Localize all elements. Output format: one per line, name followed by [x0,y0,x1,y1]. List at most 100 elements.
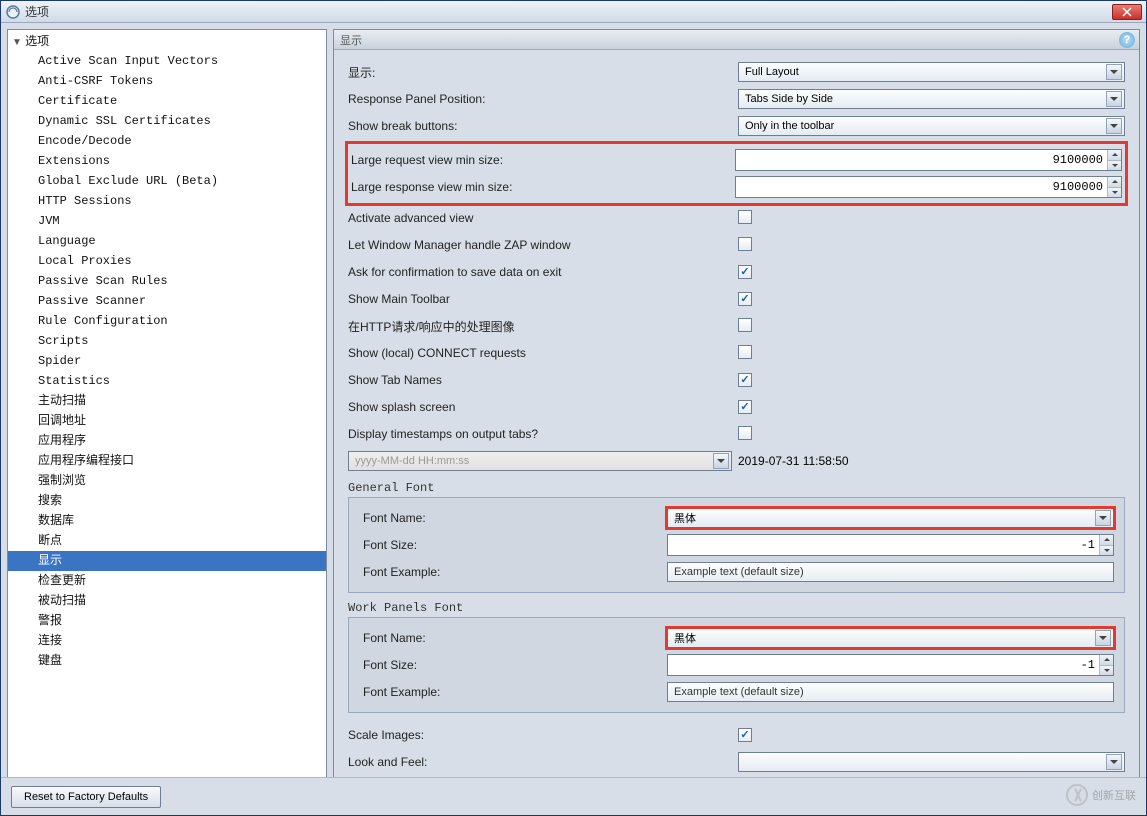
label-large-request: Large request view min size: [351,153,735,167]
check-show-toolbar[interactable] [738,292,752,306]
check-let-wm[interactable] [738,237,752,251]
label-show-connect: Show (local) CONNECT requests [348,346,738,360]
label-wf-font-size: Font Size: [359,658,667,672]
tree-item[interactable]: HTTP Sessions [8,191,326,211]
check-show-connect[interactable] [738,345,752,359]
tree-item[interactable]: 强制浏览 [8,471,326,491]
tree-item[interactable]: Extensions [8,151,326,171]
label-gf-font-name: Font Name: [359,511,667,525]
tree-item[interactable]: Dynamic SSL Certificates [8,111,326,131]
group-box-general-font: Font Name: 黑体 Font Size: -1 Font Example… [348,497,1125,593]
check-show-splash[interactable] [738,400,752,414]
tree-toggle-icon[interactable]: ▼ [12,37,22,48]
check-show-tab-names[interactable] [738,373,752,387]
tree-item[interactable]: Active Scan Input Vectors [8,51,326,71]
label-show-toolbar: Show Main Toolbar [348,292,738,306]
panel-title: 显示 [340,32,362,48]
tree-item[interactable]: 被动扫描 [8,591,326,611]
label-scale-images: Scale Images: [348,728,738,742]
chevron-down-icon[interactable] [1106,118,1122,134]
tree-item[interactable]: Language [8,231,326,251]
spinner-gf-font-size[interactable]: -1 [667,534,1114,556]
tree-item[interactable]: Rule Configuration [8,311,326,331]
help-icon[interactable]: ? [1119,32,1135,48]
chevron-down-icon[interactable] [1095,510,1111,526]
tree-item[interactable]: 检查更新 [8,571,326,591]
combo-display[interactable]: Full Layout [738,62,1125,82]
chevron-down-icon[interactable] [1095,630,1111,646]
spinner-up-icon[interactable] [1100,655,1113,666]
window-title: 选项 [25,3,1112,20]
tree-item[interactable]: 回调地址 [8,411,326,431]
tree-item[interactable]: 应用程序 [8,431,326,451]
check-activate-advanced[interactable] [738,210,752,224]
combo-gf-font-name[interactable]: 黑体 [667,508,1114,528]
chevron-down-icon[interactable] [1106,754,1122,770]
combo-timestamp-format: yyyy-MM-dd HH:mm:ss [348,451,732,471]
spinner-up-icon[interactable] [1100,535,1113,546]
spinner-wf-font-size[interactable]: -1 [667,654,1114,676]
chevron-down-icon[interactable] [1106,91,1122,107]
footer-bar: Reset to Factory Defaults [1,777,1146,815]
reset-defaults-button[interactable]: Reset to Factory Defaults [11,786,161,808]
label-gf-font-size: Font Size: [359,538,667,552]
spinner-down-icon[interactable] [1108,188,1121,198]
options-tree[interactable]: ▼ 选项 Active Scan Input VectorsAnti-CSRF … [7,29,327,809]
check-display-timestamps[interactable] [738,426,752,440]
label-activate-advanced: Activate advanced view [348,211,738,225]
panel-header: 显示 [334,30,1139,50]
settings-panel: 显示 ? 显示: Full Layout Response Panel Posi… [333,29,1140,809]
group-general-font: General Font [348,481,1125,495]
tree-item[interactable]: Statistics [8,371,326,391]
tree-item[interactable]: 主动扫描 [8,391,326,411]
tree-item[interactable]: Anti-CSRF Tokens [8,71,326,91]
tree-item[interactable]: 搜索 [8,491,326,511]
tree-item[interactable]: Encode/Decode [8,131,326,151]
app-icon [5,4,21,20]
close-button[interactable] [1112,4,1142,20]
combo-look-and-feel[interactable] [738,752,1125,772]
label-show-splash: Show splash screen [348,400,738,414]
combo-show-break-buttons[interactable]: Only in the toolbar [738,116,1125,136]
tree-root-label[interactable]: 选项 [25,34,49,48]
tree-item[interactable]: 数据库 [8,511,326,531]
field-wf-font-example: Example text (default size) [667,682,1114,702]
label-large-response: Large response view min size: [351,180,735,194]
tree-item[interactable]: 断点 [8,531,326,551]
spinner-down-icon[interactable] [1108,161,1121,171]
label-let-wm: Let Window Manager handle ZAP window [348,238,738,252]
spinner-down-icon[interactable] [1100,546,1113,556]
tree-item[interactable]: Certificate [8,91,326,111]
timestamp-example: 2019-07-31 11:58:50 [738,454,849,468]
label-look-and-feel: Look and Feel: [348,755,738,769]
tree-item[interactable]: Spider [8,351,326,371]
check-scale-images[interactable] [738,728,752,742]
tree-item[interactable]: Passive Scan Rules [8,271,326,291]
chevron-down-icon[interactable] [1106,64,1122,80]
tree-item[interactable]: Scripts [8,331,326,351]
title-bar: 选项 [1,1,1146,23]
spinner-large-request[interactable]: 9100000 [735,149,1122,171]
tree-item[interactable]: JVM [8,211,326,231]
tree-item[interactable]: Passive Scanner [8,291,326,311]
tree-item[interactable]: Global Exclude URL (Beta) [8,171,326,191]
group-work-font: Work Panels Font [348,601,1125,615]
tree-item[interactable]: 键盘 [8,651,326,671]
check-ask-confirm[interactable] [738,265,752,279]
tree-item[interactable]: 连接 [8,631,326,651]
spinner-down-icon[interactable] [1100,666,1113,676]
spinner-up-icon[interactable] [1108,177,1121,188]
label-gf-font-example: Font Example: [359,565,667,579]
spinner-up-icon[interactable] [1108,150,1121,161]
label-response-panel-position: Response Panel Position: [348,92,738,106]
spinner-large-response[interactable]: 9100000 [735,176,1122,198]
tree-item[interactable]: 应用程序编程接口 [8,451,326,471]
label-wf-font-example: Font Example: [359,685,667,699]
tree-item[interactable]: 显示 [8,551,326,571]
tree-item[interactable]: Local Proxies [8,251,326,271]
combo-wf-font-name[interactable]: 黑体 [667,628,1114,648]
tree-item[interactable]: 警报 [8,611,326,631]
check-http-images[interactable] [738,318,752,332]
combo-response-panel-position[interactable]: Tabs Side by Side [738,89,1125,109]
label-display-timestamps: Display timestamps on output tabs? [348,427,738,441]
